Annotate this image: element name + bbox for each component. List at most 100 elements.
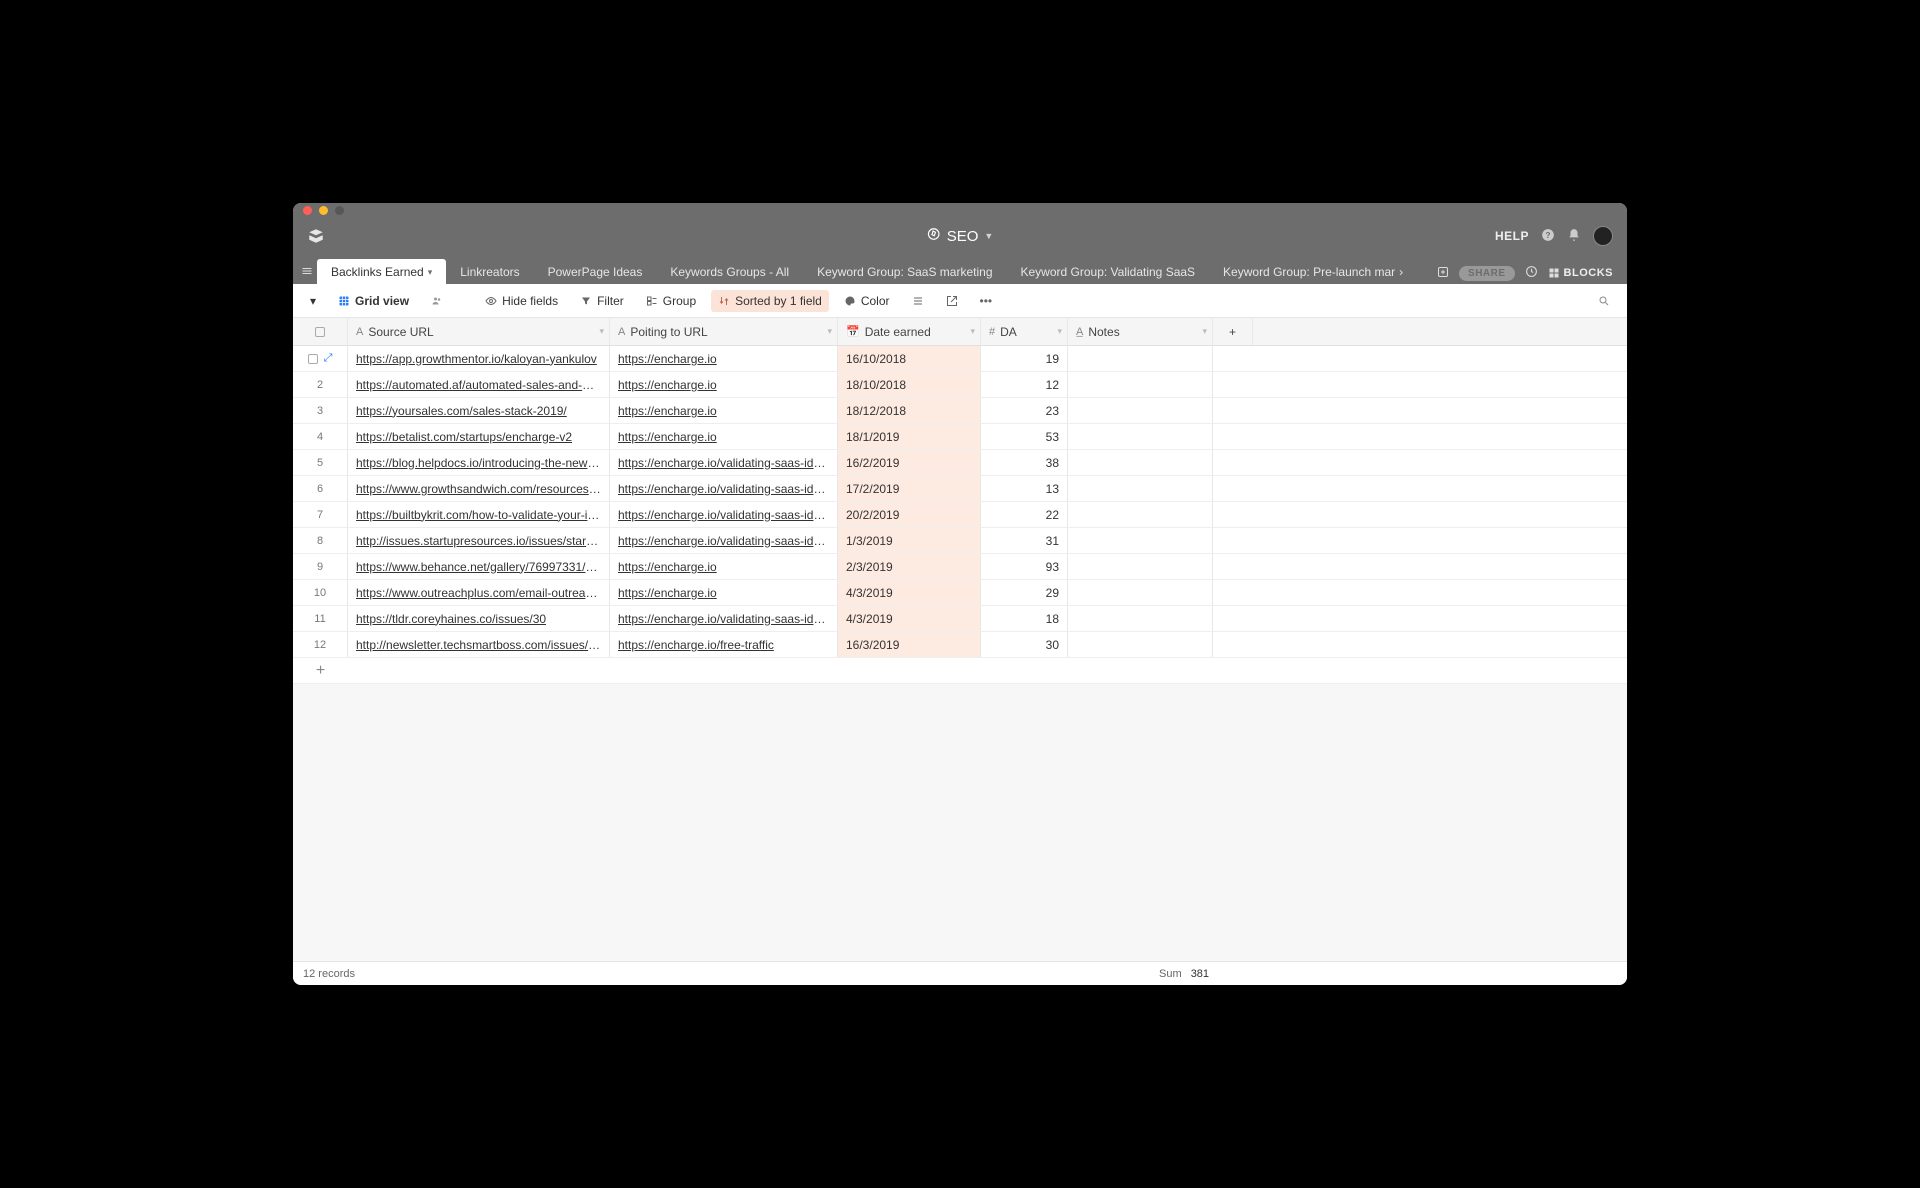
source-link[interactable]: http://issues.startupresources.io/issues… — [356, 534, 601, 548]
share-view-button[interactable] — [939, 291, 965, 311]
header-source-url[interactable]: ASource URL▾ — [348, 318, 610, 345]
filter-button[interactable]: Filter — [573, 290, 631, 312]
poiting-link[interactable]: https://encharge.io — [618, 560, 717, 574]
cell-source-url[interactable]: https://tldr.coreyhaines.co/issues/30 — [348, 606, 610, 631]
header-notes[interactable]: A̲Notes▾ — [1068, 318, 1213, 345]
source-link[interactable]: https://www.outreachplus.com/email-outre… — [356, 586, 601, 600]
cell-date-earned[interactable]: 18/1/2019 — [838, 424, 981, 449]
tab-keyword-group-prelaunch[interactable]: Keyword Group: Pre-launch mar› — [1209, 259, 1417, 284]
header-date-earned[interactable]: 📅Date earned▾ — [838, 318, 981, 345]
row-number[interactable]: 10 — [293, 580, 348, 605]
cell-notes[interactable] — [1068, 398, 1213, 423]
sort-button[interactable]: Sorted by 1 field — [711, 290, 829, 312]
color-button[interactable]: Color — [837, 290, 897, 312]
source-link[interactable]: https://www.behance.net/gallery/76997331… — [356, 560, 601, 574]
source-link[interactable]: https://yoursales.com/sales-stack-2019/ — [356, 404, 567, 418]
cell-da[interactable]: 23 — [981, 398, 1068, 423]
header-poiting-to-url[interactable]: APoiting to URL▾ — [610, 318, 838, 345]
cell-poiting-url[interactable]: https://encharge.io — [610, 424, 838, 449]
table-row[interactable]: ⤢https://app.growthmentor.io/kaloyan-yan… — [293, 346, 1627, 372]
user-avatar[interactable] — [1593, 226, 1613, 246]
cell-poiting-url[interactable]: https://encharge.io/validating-saas-idea… — [610, 502, 838, 527]
table-row[interactable]: 11 https://tldr.coreyhaines.co/issues/30 h… — [293, 606, 1627, 632]
cell-da[interactable]: 53 — [981, 424, 1068, 449]
cell-date-earned[interactable]: 16/2/2019 — [838, 450, 981, 475]
cell-notes[interactable] — [1068, 372, 1213, 397]
table-row[interactable]: 12 http://newsletter.techsmartboss.com/is… — [293, 632, 1627, 658]
help-link[interactable]: HELP — [1495, 229, 1529, 243]
collaborators-button[interactable] — [424, 291, 450, 311]
cell-poiting-url[interactable]: https://encharge.io — [610, 346, 838, 371]
cell-poiting-url[interactable]: https://encharge.io/validating-saas-idea… — [610, 606, 838, 631]
cell-date-earned[interactable]: 4/3/2019 — [838, 580, 981, 605]
cell-poiting-url[interactable]: https://encharge.io/validating-saas-idea… — [610, 450, 838, 475]
poiting-link[interactable]: https://encharge.io/validating-saas-idea… — [618, 534, 829, 548]
cell-notes[interactable] — [1068, 502, 1213, 527]
cell-date-earned[interactable]: 20/2/2019 — [838, 502, 981, 527]
cell-notes[interactable] — [1068, 632, 1213, 657]
cell-da[interactable]: 18 — [981, 606, 1068, 631]
cell-source-url[interactable]: http://newsletter.techsmartboss.com/issu… — [348, 632, 610, 657]
cell-poiting-url[interactable]: https://encharge.io/validating-saas-idea… — [610, 476, 838, 501]
cell-date-earned[interactable]: 1/3/2019 — [838, 528, 981, 553]
source-link[interactable]: https://automated.af/automated-sales-and… — [356, 378, 601, 392]
row-number[interactable]: 7 — [293, 502, 348, 527]
cell-da[interactable]: 12 — [981, 372, 1068, 397]
table-row[interactable]: 5https://blog.helpdocs.io/introducing-th… — [293, 450, 1627, 476]
poiting-link[interactable]: https://encharge.io — [618, 404, 717, 418]
maximize-window-button[interactable] — [335, 206, 344, 215]
bell-icon[interactable] — [1567, 228, 1581, 245]
row-height-button[interactable] — [905, 291, 931, 311]
table-row[interactable]: 10 https://www.outreachplus.com/email-out… — [293, 580, 1627, 606]
table-row[interactable]: 2https://automated.af/automated-sales-an… — [293, 372, 1627, 398]
expand-icon[interactable]: ⤢ — [324, 352, 333, 365]
row-number[interactable]: 11 — [293, 606, 348, 631]
poiting-link[interactable]: https://encharge.io/validating-saas-idea… — [618, 508, 829, 522]
cell-date-earned[interactable]: 17/2/2019 — [838, 476, 981, 501]
cell-da[interactable]: 30 — [981, 632, 1068, 657]
source-link[interactable]: https://builtbykrit.com/how-to-validate-… — [356, 508, 601, 522]
cell-source-url[interactable]: https://www.growthsandwich.com/resources… — [348, 476, 610, 501]
table-row[interactable]: 9https://www.behance.net/gallery/7699733… — [293, 554, 1627, 580]
poiting-link[interactable]: https://encharge.io/validating-saas-idea… — [618, 456, 829, 470]
table-menu-button[interactable] — [297, 257, 317, 284]
cell-date-earned[interactable]: 2/3/2019 — [838, 554, 981, 579]
source-link[interactable]: https://tldr.coreyhaines.co/issues/30 — [356, 612, 546, 626]
cell-source-url[interactable]: https://yoursales.com/sales-stack-2019/ — [348, 398, 610, 423]
cell-notes[interactable] — [1068, 346, 1213, 371]
header-rownum[interactable] — [293, 318, 348, 345]
header-da[interactable]: #DA▾ — [981, 318, 1068, 345]
da-summary[interactable]: Sum 381 — [1159, 968, 1246, 980]
row-number[interactable]: 6 — [293, 476, 348, 501]
row-checkbox[interactable] — [308, 354, 318, 364]
close-window-button[interactable] — [303, 206, 312, 215]
cell-notes[interactable] — [1068, 476, 1213, 501]
cell-date-earned[interactable]: 16/3/2019 — [838, 632, 981, 657]
row-number[interactable]: 4 — [293, 424, 348, 449]
more-button[interactable]: ••• — [973, 290, 1000, 312]
tab-keyword-group-validating-saas[interactable]: Keyword Group: Validating SaaS — [1007, 259, 1210, 284]
grid-view-button[interactable]: Grid view — [331, 290, 416, 312]
row-number[interactable]: ⤢ — [293, 346, 348, 371]
cell-poiting-url[interactable]: https://encharge.io — [610, 398, 838, 423]
source-link[interactable]: https://betalist.com/startups/encharge-v… — [356, 430, 572, 444]
tab-linkreators[interactable]: Linkreators — [446, 259, 533, 284]
poiting-link[interactable]: https://encharge.io — [618, 586, 717, 600]
cell-notes[interactable] — [1068, 580, 1213, 605]
row-number[interactable]: 12 — [293, 632, 348, 657]
table-row[interactable]: 3https://yoursales.com/sales-stack-2019/… — [293, 398, 1627, 424]
source-link[interactable]: http://newsletter.techsmartboss.com/issu… — [356, 638, 601, 652]
cell-date-earned[interactable]: 4/3/2019 — [838, 606, 981, 631]
cell-notes[interactable] — [1068, 450, 1213, 475]
cell-notes[interactable] — [1068, 554, 1213, 579]
poiting-link[interactable]: https://encharge.io/validating-saas-idea… — [618, 612, 829, 626]
cell-poiting-url[interactable]: https://encharge.io — [610, 554, 838, 579]
base-title[interactable]: SEO ▼ — [927, 227, 994, 245]
row-number[interactable]: 8 — [293, 528, 348, 553]
poiting-link[interactable]: https://encharge.io/validating-saas-idea… — [618, 482, 829, 496]
tab-powerpage-ideas[interactable]: PowerPage Ideas — [534, 259, 657, 284]
cell-source-url[interactable]: http://issues.startupresources.io/issues… — [348, 528, 610, 553]
table-row[interactable]: 8 http://issues.startupresources.io/issue… — [293, 528, 1627, 554]
poiting-link[interactable]: https://encharge.io — [618, 430, 717, 444]
cell-da[interactable]: 22 — [981, 502, 1068, 527]
